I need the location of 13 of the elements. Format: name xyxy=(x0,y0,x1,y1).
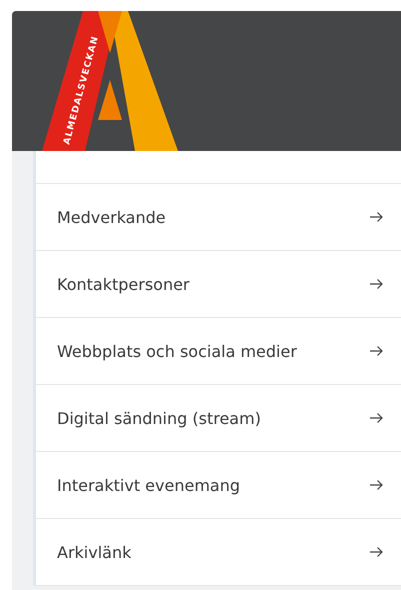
arrow-right-icon xyxy=(370,413,383,423)
menu-link[interactable]: Arkivlänk xyxy=(36,519,401,586)
arrow-right-icon xyxy=(370,480,383,490)
logo[interactable] xyxy=(42,11,178,151)
arrow-right-icon xyxy=(370,212,383,222)
arrow-right-icon xyxy=(370,547,383,557)
menu-link[interactable]: Interaktivt evenemang xyxy=(36,452,401,519)
menu-link[interactable]: Kontaktpersoner xyxy=(36,251,401,318)
arrow-right-icon xyxy=(370,346,383,356)
menu-link[interactable]: Webbplats och sociala medier xyxy=(36,318,401,385)
arrow-right-icon xyxy=(370,279,383,289)
menu-link[interactable]: Digital sändning (stream) xyxy=(36,385,401,452)
menu-link[interactable]: Medverkande xyxy=(36,184,401,251)
